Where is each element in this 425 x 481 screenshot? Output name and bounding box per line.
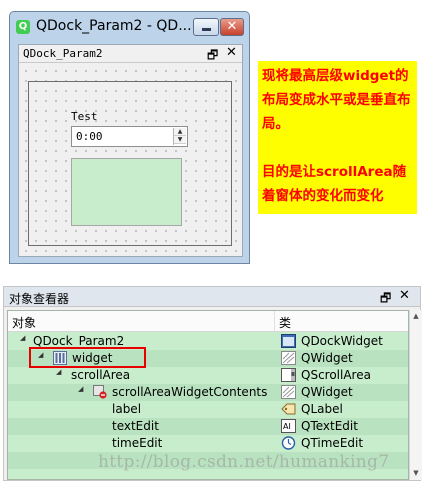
- tree-row[interactable]: textEdit AI QTextEdit: [8, 418, 408, 435]
- designer-window: Q QDock_Param2 - QD... ✕ QDock_Param2 🗗 …: [9, 11, 250, 264]
- minimize-button[interactable]: [193, 18, 219, 36]
- design-canvas[interactable]: Test 0:00 ▲ ▼: [21, 66, 240, 254]
- time-spinner[interactable]: ▲ ▼: [173, 128, 186, 145]
- column-header-label: 类: [279, 316, 292, 330]
- object-name: scrollAreaWidgetContents: [112, 385, 268, 399]
- svg-text:AI: AI: [283, 422, 291, 431]
- class-name: QScrollArea: [301, 368, 371, 382]
- broken-layout-icon: [93, 385, 107, 399]
- note-line-1: 现将最高层级widget的布局变成水平或是垂直布局。: [262, 68, 411, 132]
- spin-up-icon[interactable]: ▲: [174, 128, 186, 136]
- float-icon[interactable]: 🗗: [380, 289, 391, 310]
- dock-widget-icon: [281, 334, 296, 348]
- object-name: QDock_Param2: [33, 334, 125, 348]
- object-name: timeEdit: [112, 436, 163, 450]
- dock-title: QDock_Param2: [23, 47, 103, 60]
- scroll-down-icon[interactable]: ▼: [410, 467, 422, 480]
- object-name: scrollArea: [71, 368, 131, 382]
- widget-icon: [281, 385, 296, 399]
- class-name: QDockWidget: [301, 334, 383, 348]
- column-header-class[interactable]: 类: [275, 311, 408, 332]
- window-title: QDock_Param2 - QD...: [36, 18, 192, 34]
- inspector-title: 对象查看器: [9, 292, 70, 306]
- qt-logo-icon: Q: [16, 20, 30, 34]
- close-icon[interactable]: ✕: [399, 288, 410, 303]
- close-icon[interactable]: ✕: [226, 45, 237, 60]
- tree-row[interactable]: timeEdit QTimeEdit: [8, 435, 408, 452]
- float-icon[interactable]: 🗗: [207, 46, 218, 67]
- tree-row[interactable]: ◢ scrollAreaWidgetContents QWidget: [8, 384, 408, 401]
- highlight-box: [29, 347, 146, 368]
- object-name: label: [112, 402, 142, 416]
- watermark: http://blog.csdn.net/humanking7: [98, 452, 390, 472]
- expand-arrow-icon[interactable]: ◢: [78, 385, 83, 393]
- annotation-note: 现将最高层级widget的布局变成水平或是垂直布局。 目的是让scrollAre…: [258, 61, 417, 214]
- class-name: QLabel: [301, 402, 343, 416]
- time-edit[interactable]: 0:00 ▲ ▼: [71, 126, 188, 147]
- time-edit-icon: [281, 436, 296, 450]
- class-name: QWidget: [301, 351, 353, 365]
- window-titlebar[interactable]: Q QDock_Param2 - QD... ✕: [10, 12, 249, 42]
- spin-down-icon[interactable]: ▼: [174, 136, 186, 144]
- class-name: QTimeEdit: [301, 436, 364, 450]
- test-label: Test: [71, 110, 98, 123]
- text-edit[interactable]: [71, 158, 182, 226]
- scroll-up-icon[interactable]: ▲: [410, 310, 422, 323]
- widget-icon: [281, 351, 296, 365]
- vertical-scrollbar[interactable]: ▲ ▼: [409, 310, 422, 480]
- tree-row[interactable]: label QLabel: [8, 401, 408, 418]
- dock-titlebar[interactable]: QDock_Param2 🗗 ✕: [19, 45, 242, 63]
- dock-widget: QDock_Param2 🗗 ✕ Test 0:00 ▲ ▼: [18, 44, 243, 257]
- expand-arrow-icon[interactable]: ◢: [20, 334, 25, 342]
- tree-row[interactable]: ◢ scrollArea QScrollArea: [8, 367, 408, 384]
- column-header-label: 对象: [12, 316, 37, 330]
- object-name: textEdit: [112, 419, 159, 433]
- note-line-2: 目的是让scrollArea随着窗体的变化而变化: [262, 164, 407, 204]
- class-name: QTextEdit: [301, 419, 358, 433]
- close-button[interactable]: ✕: [220, 18, 244, 36]
- scroll-area-icon: [281, 368, 296, 382]
- time-value: 0:00: [76, 130, 103, 143]
- column-header-object[interactable]: 对象: [8, 311, 275, 332]
- class-name: QWidget: [301, 385, 353, 399]
- label-icon: [281, 403, 296, 415]
- inspector-header[interactable]: 对象查看器 🗗 ✕: [4, 287, 420, 307]
- expand-arrow-icon[interactable]: ◢: [56, 368, 61, 376]
- text-edit-icon: AI: [281, 419, 296, 433]
